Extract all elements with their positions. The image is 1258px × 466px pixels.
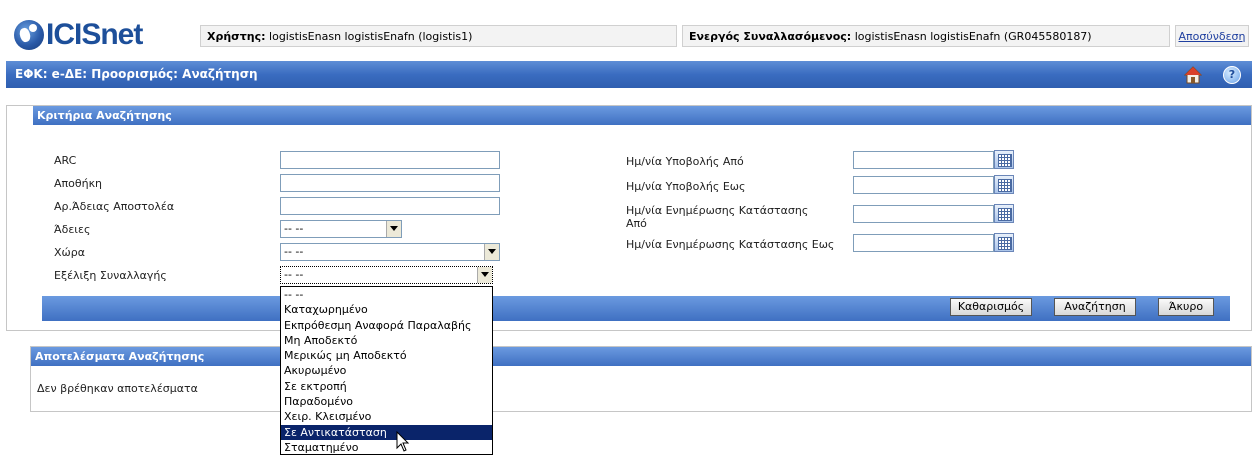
help-icon[interactable]: ?: [1223, 66, 1241, 84]
no-results-text: Δεν βρέθηκαν αποτελέσματα: [37, 382, 198, 395]
globe-logo-icon: [14, 20, 44, 50]
dropdown-option[interactable]: Ακυρωμένο: [281, 363, 492, 378]
trader-label: Ενεργός Συναλλασόμενος:: [689, 30, 852, 43]
calendar-icon[interactable]: [994, 204, 1014, 223]
dropdown-option[interactable]: Μη Αποδεκτό: [281, 333, 492, 348]
dropdown-option[interactable]: Καταχωρημένο: [281, 302, 492, 317]
country-select-value: -- --: [284, 245, 304, 258]
arc-input[interactable]: [280, 151, 500, 169]
chevron-down-icon[interactable]: [386, 221, 401, 237]
country-select[interactable]: -- --: [280, 243, 500, 261]
status-select-value: -- --: [284, 268, 304, 281]
status-dropdown-list[interactable]: -- -- Καταχωρημένο Εκπρόθεσμη Αναφορά Πα…: [280, 286, 493, 455]
status-label: Εξέλιξη Συναλλαγής: [54, 269, 167, 282]
update-date-to-label: Ημ/νία Ενημέρωσης Κατάστασης Εως: [626, 238, 835, 251]
user-label: Χρήστης:: [207, 30, 266, 43]
search-results-panel: Αποτελέσματα Αναζήτησης Δεν βρέθηκαν απο…: [30, 346, 1252, 412]
page-title: ΕΦΚ: e-ΔΕ: Προορισμός: Αναζήτηση: [6, 61, 1252, 88]
dropdown-option[interactable]: Σταματημένο: [281, 440, 492, 455]
country-label: Χώρα: [54, 246, 85, 259]
warehouse-input[interactable]: [280, 174, 500, 192]
logo-text: ICISnet: [46, 18, 143, 51]
update-date-from-label: Ημ/νία Ενημέρωσης Κατάστασης Από: [626, 204, 809, 230]
home-icon[interactable]: [1184, 66, 1202, 84]
trader-value: logistisEnasn logistisEnafn (GR045580187…: [854, 30, 1092, 43]
submit-date-from-input[interactable]: [853, 151, 994, 169]
permits-label: Άδειες: [54, 223, 91, 236]
user-value: logistisEnasn logistisEnafn (logistis1): [269, 30, 473, 43]
user-info-box: Χρήστης: logistisEnasn logistisEnafn (lo…: [200, 25, 677, 47]
update-date-from-input[interactable]: [853, 205, 994, 223]
dropdown-option[interactable]: Χειρ. Κλεισμένο: [281, 409, 492, 424]
dropdown-option[interactable]: Παραδομένο: [281, 394, 492, 409]
dropdown-option[interactable]: Εκπρόθεσμη Αναφορά Παραλαβής: [281, 318, 492, 333]
permits-select-value: -- --: [284, 222, 304, 235]
search-criteria-heading: Κριτήρια Αναζήτησης: [33, 106, 1251, 125]
calendar-icon[interactable]: [994, 175, 1014, 194]
calendar-icon[interactable]: [994, 233, 1014, 252]
clear-button[interactable]: Καθαρισμός: [950, 298, 1032, 316]
submit-date-to-label: Ημ/νία Υποβολής Εως: [626, 180, 746, 193]
status-select[interactable]: -- --: [280, 266, 493, 284]
search-results-heading: Αποτελέσματα Αναζήτησης: [31, 347, 1251, 366]
consignor-permit-label: Αρ.Άδειας Αποστολέα: [54, 200, 175, 213]
chevron-down-icon[interactable]: [477, 267, 492, 283]
arc-label: ARC: [54, 154, 77, 167]
permits-select[interactable]: -- --: [280, 220, 402, 238]
logout-link[interactable]: Αποσύνδεση: [1175, 25, 1249, 47]
search-button[interactable]: Αναζήτηση: [1054, 298, 1136, 316]
calendar-icon[interactable]: [994, 150, 1014, 169]
submit-date-to-input[interactable]: [853, 176, 994, 194]
top-bar: ICISnet Χρήστης: logistisEnasn logistisE…: [0, 0, 1258, 56]
trader-info-box: Ενεργός Συναλλασόμενος: logistisEnasn lo…: [682, 25, 1170, 47]
warehouse-label: Αποθήκη: [54, 177, 103, 190]
chevron-down-icon[interactable]: [484, 244, 499, 260]
mouse-cursor-icon: [396, 431, 410, 452]
icisnet-logo: ICISnet: [14, 18, 143, 52]
dropdown-option[interactable]: Σε εκτροπή: [281, 379, 492, 394]
consignor-permit-input[interactable]: [280, 197, 500, 215]
dropdown-option[interactable]: Μερικώς μη Αποδεκτό: [281, 348, 492, 363]
cancel-button[interactable]: Άκυρο: [1158, 298, 1214, 316]
dropdown-option[interactable]: -- --: [281, 287, 492, 302]
dropdown-option-highlighted[interactable]: Σε Αντικατάσταση: [281, 424, 492, 440]
submit-date-from-label: Ημ/νία Υποβολής Από: [626, 155, 744, 168]
criteria-button-bar: [42, 296, 1230, 321]
update-date-to-input[interactable]: [853, 234, 994, 252]
